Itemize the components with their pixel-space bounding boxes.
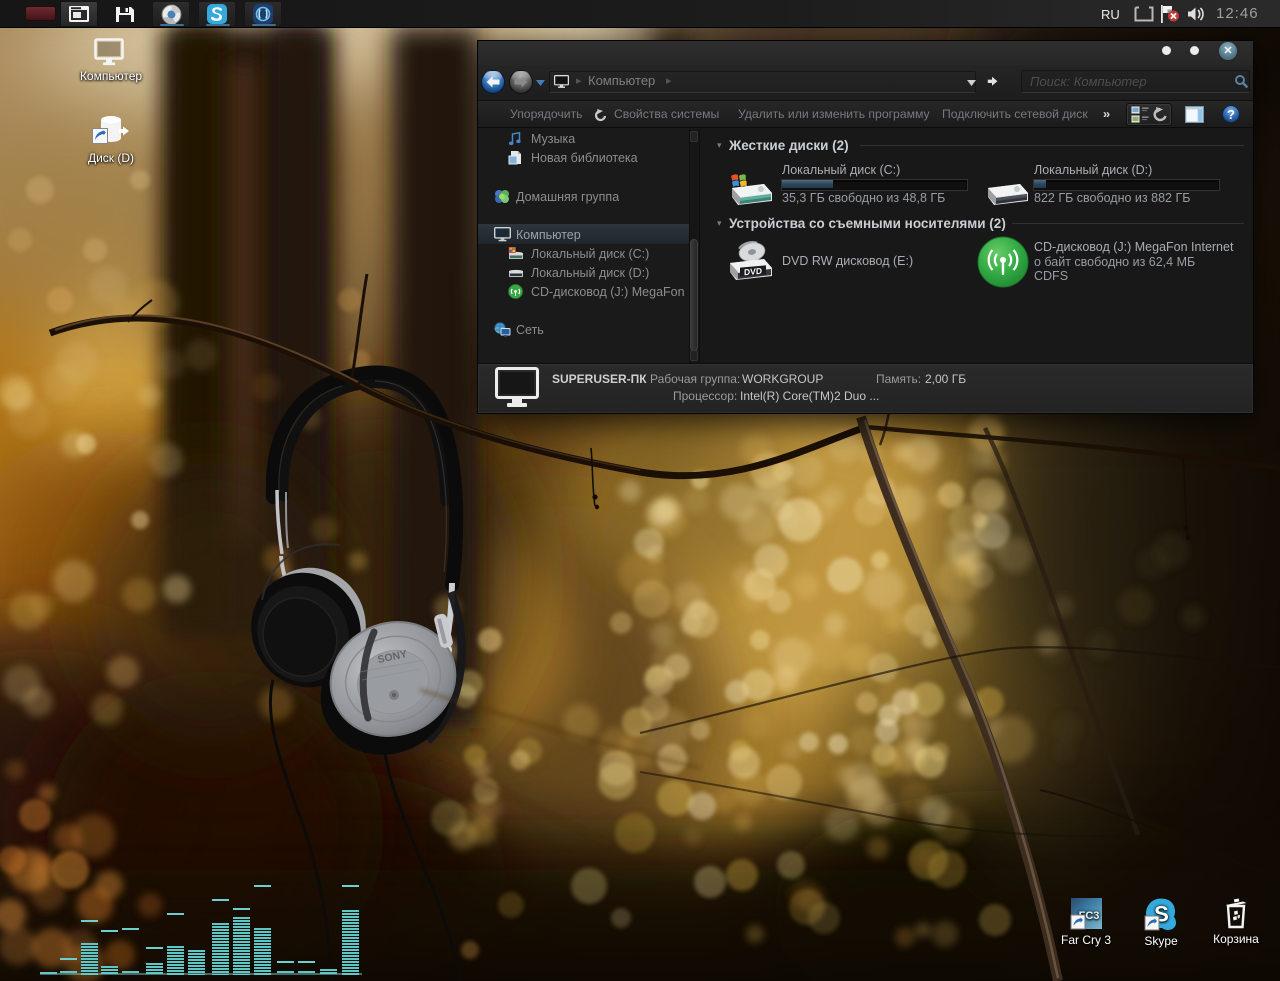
svg-text:DVD: DVD: [744, 266, 762, 278]
